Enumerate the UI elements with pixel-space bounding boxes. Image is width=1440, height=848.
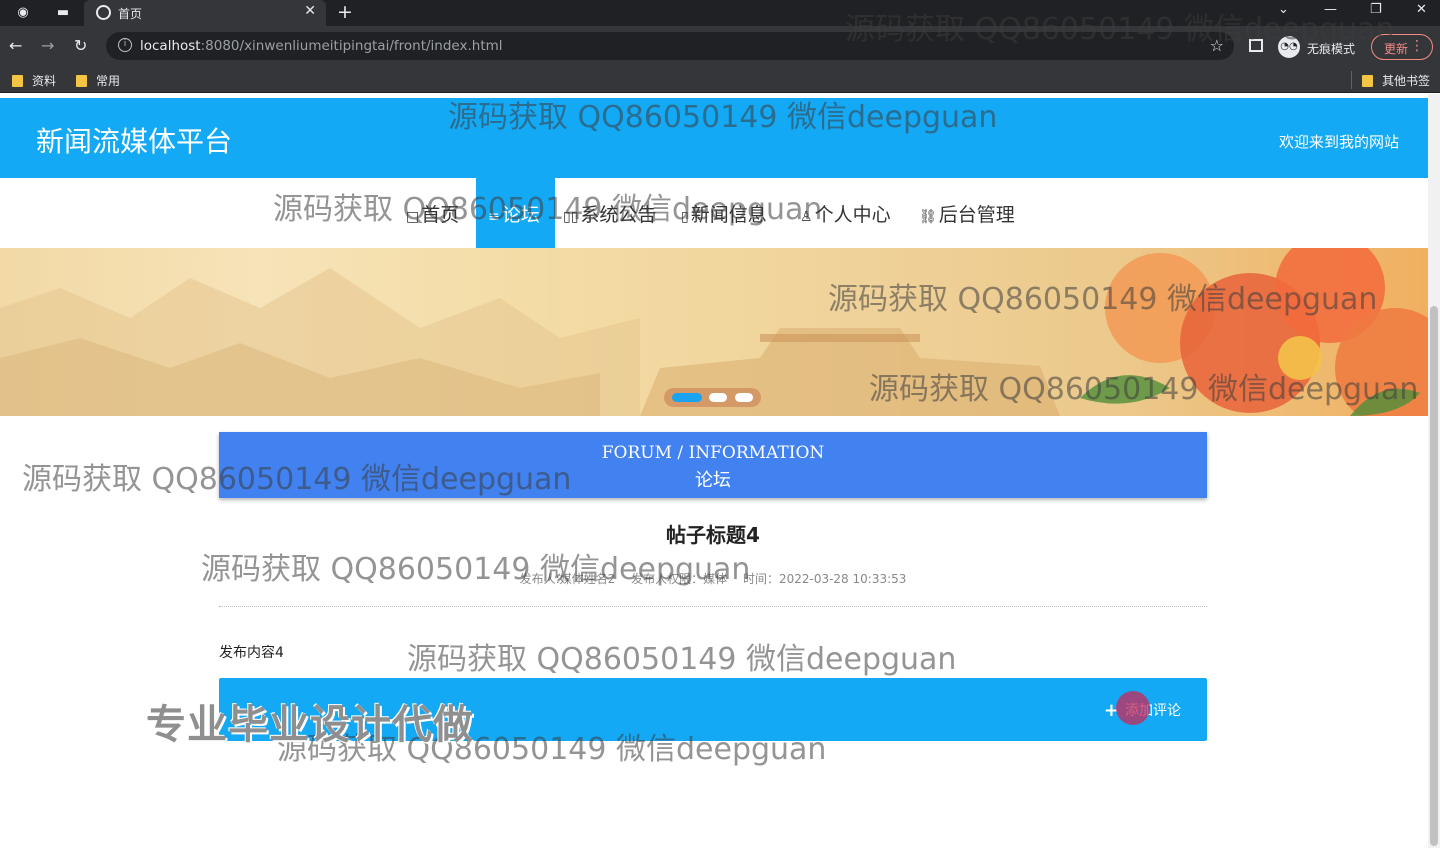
carousel-dot[interactable]	[735, 393, 753, 402]
browser-tab[interactable]: 首页 ✕	[84, 0, 326, 26]
post-role: 发布人权限：媒体	[631, 572, 728, 586]
site-header: 新闻流媒体平台 欢迎来到我的网站	[0, 98, 1428, 178]
browser-tab-strip: ◉ ▬ 首页 ✕ + ⌄ — ❐ ✕	[0, 0, 1440, 26]
nav-label: 论坛	[501, 204, 540, 226]
nav-label: 新闻信息	[690, 204, 767, 226]
nav-label: 首页	[421, 204, 460, 226]
update-button[interactable]: 更新 ⋮	[1371, 34, 1433, 60]
section-title-en: FORUM / INFORMATION	[601, 443, 825, 463]
watermark-text: 源码获取 QQ86050149 微信deepguan	[407, 642, 957, 677]
nav-label: 个人中心	[814, 204, 891, 226]
minimize-icon[interactable]: —	[1324, 2, 1337, 17]
welcome-text: 欢迎来到我的网站	[1278, 133, 1399, 151]
nav-home[interactable]: □ 首页	[406, 178, 468, 248]
promo-overlay-text: 专业毕业设计代做	[146, 702, 474, 748]
section-header: FORUM / INFORMATION 论坛	[219, 432, 1207, 498]
browser-logo-icon[interactable]: ◉	[14, 4, 32, 22]
reload-icon[interactable]: ↻	[74, 36, 87, 55]
divider	[219, 606, 1207, 607]
news-icon: ▯	[681, 209, 689, 225]
nav-user-center[interactable]: ♙ 个人中心	[800, 178, 902, 248]
nav-admin[interactable]: ⛓ 后台管理	[919, 178, 1023, 248]
nav-label: 系统公告	[580, 204, 657, 226]
incognito-icon[interactable]: ◔◔	[1278, 36, 1300, 58]
restore-icon[interactable]: ❐	[1370, 2, 1382, 17]
post-time: 时间：2022-03-28 10:33:53	[742, 572, 907, 586]
nav-announcements[interactable]: ▯▯ 系统公告	[563, 178, 665, 248]
new-tab-icon[interactable]: +	[337, 1, 353, 23]
home-icon: □	[406, 209, 420, 225]
back-icon[interactable]: ←	[9, 36, 22, 55]
main-nav: □ 首页 ≡ 论坛 ▯▯ 系统公告 ▯ 新闻信息 ♙ 个人中心 ⛓ 后台管理	[0, 178, 1428, 248]
post-title: 帖子标题4	[666, 523, 760, 547]
click-indicator	[1116, 691, 1150, 725]
close-tab-icon[interactable]: ✕	[304, 3, 316, 19]
bookmark-star-icon[interactable]: ☆	[1210, 36, 1224, 55]
forward-icon[interactable]: →	[41, 36, 54, 55]
folder-icon	[1362, 75, 1373, 87]
other-bookmarks[interactable]: 其他书签	[1362, 72, 1430, 89]
carousel-dot[interactable]	[709, 393, 727, 402]
notice-icon: ▯▯	[563, 209, 579, 225]
incognito-label: 无痕模式	[1307, 42, 1356, 56]
url-text[interactable]: localhost:8080/xinwenliumeitipingtai/fro…	[140, 38, 503, 54]
bookmark-folder[interactable]: 常用	[76, 72, 120, 89]
nav-news[interactable]: ▯ 新闻信息	[681, 178, 783, 248]
forum-icon: ≡	[488, 209, 500, 225]
bookmark-folder[interactable]: 资料	[12, 72, 56, 89]
nav-forum[interactable]: ≡ 论坛	[476, 178, 555, 248]
bookmarks-divider	[1351, 71, 1352, 89]
globe-icon	[96, 5, 111, 20]
carousel-indicators	[664, 388, 761, 407]
scrollbar-thumb[interactable]	[1430, 306, 1438, 846]
browser-tab-title: 首页	[118, 7, 143, 21]
hero-carousel[interactable]	[0, 248, 1428, 416]
close-window-icon[interactable]: ✕	[1416, 2, 1427, 17]
address-bar[interactable]: i localhost:8080/xinwenliumeitipingtai/f…	[106, 32, 1234, 60]
address-toolbar: ← → ↻ i localhost:8080/xinwenliumeitipin…	[0, 26, 1440, 66]
section-title-zh: 论坛	[695, 470, 731, 491]
page-scrollbar[interactable]	[1428, 94, 1440, 848]
post-author: 发布人:媒体姓名2	[519, 572, 616, 586]
folder-icon	[12, 75, 23, 87]
tab-search-icon[interactable]: ⌄	[1278, 2, 1289, 17]
folder-icon	[76, 75, 87, 87]
tab-overview-icon[interactable]: ▬	[54, 4, 72, 22]
site-info-icon[interactable]: i	[118, 38, 132, 52]
site-title: 新闻流媒体平台	[36, 125, 233, 158]
post-content: 发布内容4	[219, 645, 284, 661]
post-meta: 发布人:媒体姓名2 发布人权限：媒体 时间：2022-03-28 10:33:5…	[219, 570, 1207, 587]
bookmarks-bar: 资料 常用 其他书签	[0, 66, 1440, 93]
update-label: 更新	[1384, 42, 1409, 56]
user-icon: ♙	[800, 209, 813, 225]
nav-label: 后台管理	[938, 204, 1015, 226]
more-menu-icon[interactable]: ⋮	[1410, 38, 1424, 54]
page-viewport: 新闻流媒体平台 欢迎来到我的网站 □ 首页 ≡ 论坛 ▯▯ 系统公告 ▯ 新闻信息 ♙ 个…	[0, 94, 1440, 848]
carousel-dot-active[interactable]	[672, 393, 702, 402]
link-icon: ⛓	[919, 209, 937, 225]
side-panel-icon[interactable]	[1249, 39, 1263, 52]
